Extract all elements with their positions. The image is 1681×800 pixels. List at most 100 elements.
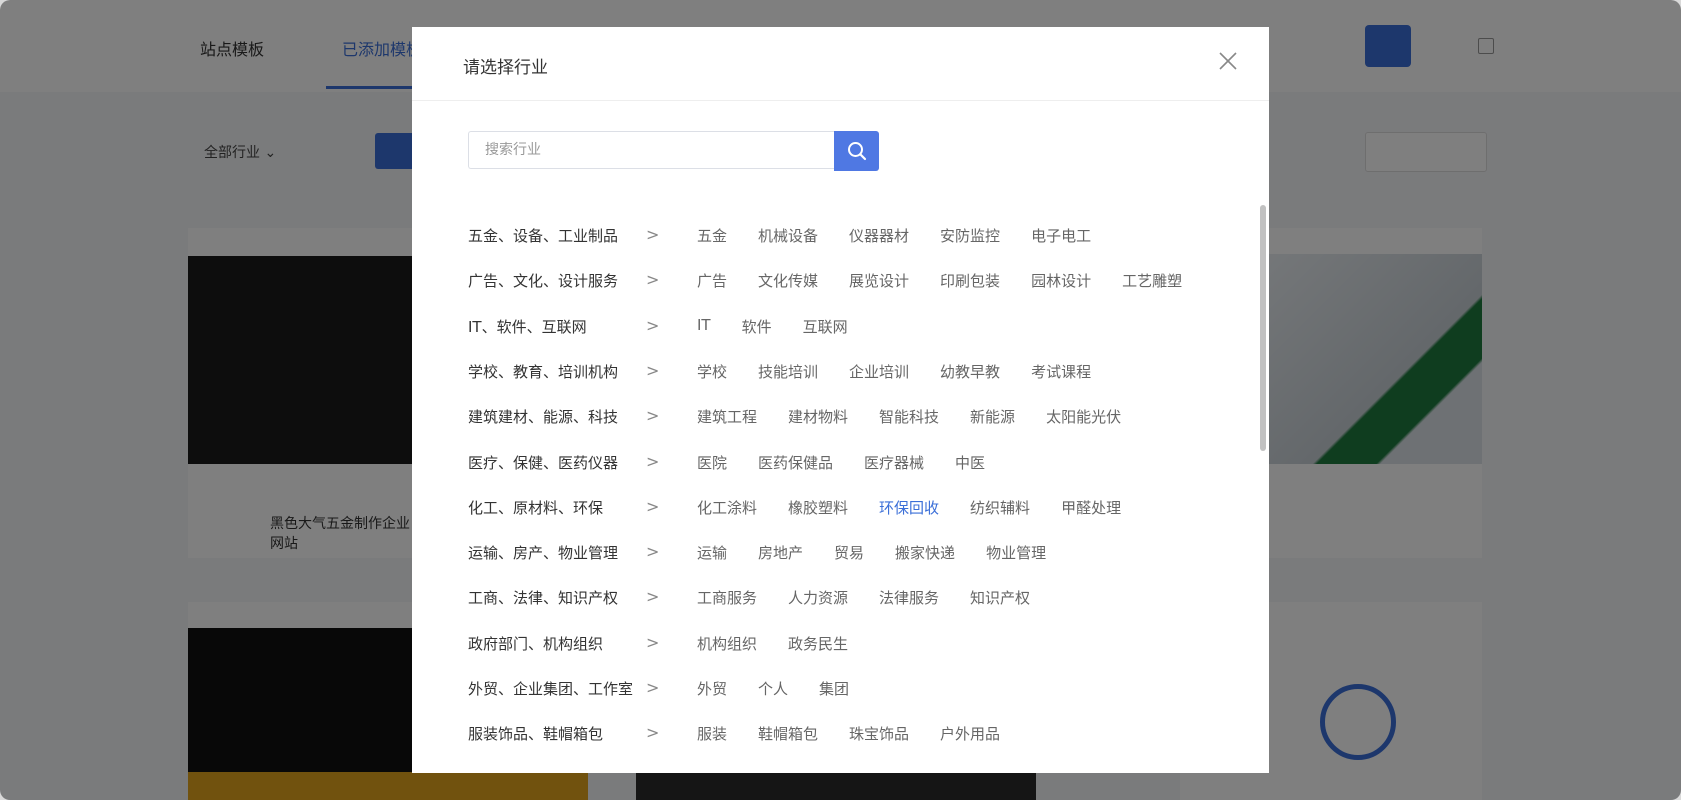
subcategory-item[interactable]: 机构组织: [697, 633, 757, 654]
subcategory-item[interactable]: 医药保健品: [758, 452, 833, 473]
chevron-right-icon: >: [646, 361, 660, 380]
subcategory-item[interactable]: 学校: [697, 361, 727, 382]
subcategory-item[interactable]: 展览设计: [849, 270, 909, 291]
chevron-right-icon: >: [646, 587, 660, 606]
subcategory-item[interactable]: 文化传媒: [758, 270, 818, 291]
subcategory-item[interactable]: 外贸: [697, 678, 727, 699]
category-label[interactable]: 广告、文化、设计服务: [468, 270, 618, 291]
subcategory-list: 学校 技能培训 企业培训 幼教早教 考试课程: [697, 361, 1091, 382]
subcategory-item[interactable]: 技能培训: [758, 361, 818, 382]
subcategory-item[interactable]: 化工涂料: [697, 497, 757, 518]
subcategory-item[interactable]: 个人: [758, 678, 788, 699]
subcategory-list: 化工涂料 橡胶塑料 环保回收 纺织辅料 甲醛处理: [697, 497, 1121, 518]
category-label[interactable]: 化工、原材料、环保: [468, 497, 603, 518]
subcategory-item[interactable]: 幼教早教: [940, 361, 1000, 382]
dialog-divider: [412, 100, 1269, 101]
chevron-right-icon: >: [646, 678, 660, 697]
category-row: 工商、法律、知识产权 > 工商服务 人力资源 法律服务 知识产权: [468, 585, 1228, 609]
category-label[interactable]: 政府部门、机构组织: [468, 633, 603, 654]
subcategory-item[interactable]: 房地产: [758, 542, 803, 563]
chevron-right-icon: >: [646, 633, 660, 652]
subcategory-item[interactable]: 太阳能光伏: [1046, 406, 1121, 427]
subcategory-item[interactable]: 建筑工程: [697, 406, 757, 427]
chevron-right-icon: >: [646, 497, 660, 516]
category-label[interactable]: 五金、设备、工业制品: [468, 225, 618, 246]
subcategory-list: 机构组织 政务民生: [697, 633, 848, 654]
subcategory-item[interactable]: 橡胶塑料: [788, 497, 848, 518]
subcategory-item[interactable]: 智能科技: [879, 406, 939, 427]
subcategory-item[interactable]: 珠宝饰品: [849, 723, 909, 744]
subcategory-item[interactable]: 广告: [697, 270, 727, 291]
category-row: 医疗、保健、医药仪器 > 医院 医药保健品 医疗器械 中医: [468, 450, 1228, 474]
chevron-right-icon: >: [646, 225, 660, 244]
category-label[interactable]: 工商、法律、知识产权: [468, 587, 618, 608]
subcategory-item[interactable]: 五金: [697, 225, 727, 246]
category-label[interactable]: 学校、教育、培训机构: [468, 361, 618, 382]
subcategory-item[interactable]: 知识产权: [970, 587, 1030, 608]
close-icon[interactable]: [1217, 50, 1239, 72]
subcategory-item[interactable]: 仪器器材: [849, 225, 909, 246]
subcategory-item[interactable]: 中医: [955, 452, 985, 473]
chevron-right-icon: >: [646, 723, 660, 742]
subcategory-item[interactable]: 纺织辅料: [970, 497, 1030, 518]
chevron-right-icon: >: [646, 316, 660, 335]
subcategory-list: 工商服务 人力资源 法律服务 知识产权: [697, 587, 1030, 608]
category-row: IT、软件、互联网 > IT 软件 互联网: [468, 314, 1228, 338]
subcategory-item[interactable]: 考试课程: [1031, 361, 1091, 382]
subcategory-item[interactable]: 工商服务: [697, 587, 757, 608]
subcategory-item[interactable]: 软件: [742, 316, 772, 337]
subcategory-item[interactable]: 互联网: [803, 316, 848, 337]
subcategory-item[interactable]: 物业管理: [986, 542, 1046, 563]
subcategory-item[interactable]: 园林设计: [1031, 270, 1091, 291]
category-row: 运输、房产、物业管理 > 运输 房地产 贸易 搬家快递 物业管理: [468, 540, 1228, 564]
chevron-right-icon: >: [646, 406, 660, 425]
subcategory-item[interactable]: 甲醛处理: [1061, 497, 1121, 518]
dialog-title: 请选择行业: [463, 58, 548, 78]
subcategory-item[interactable]: 机械设备: [758, 225, 818, 246]
subcategory-list: 建筑工程 建材物料 智能科技 新能源 太阳能光伏: [697, 406, 1121, 427]
category-row: 建筑建材、能源、科技 > 建筑工程 建材物料 智能科技 新能源 太阳能光伏: [468, 404, 1228, 428]
industry-select-dialog: 请选择行业 五金、设备、工业制品 > 五金 机械设备 仪器器材 安防监控 电子电工广告、文化…: [412, 27, 1269, 773]
subcategory-item[interactable]: 法律服务: [879, 587, 939, 608]
subcategory-item[interactable]: 安防监控: [940, 225, 1000, 246]
subcategory-list: 运输 房地产 贸易 搬家快递 物业管理: [697, 542, 1046, 563]
subcategory-list: 五金 机械设备 仪器器材 安防监控 电子电工: [697, 225, 1091, 246]
category-label[interactable]: IT、软件、互联网: [468, 316, 587, 337]
category-label[interactable]: 建筑建材、能源、科技: [468, 406, 618, 427]
subcategory-item[interactable]: 医院: [697, 452, 727, 473]
subcategory-list: 广告 文化传媒 展览设计 印刷包装 园林设计 工艺雕塑: [697, 270, 1182, 291]
subcategory-item[interactable]: 环保回收: [879, 497, 939, 518]
subcategory-item[interactable]: 政务民生: [788, 633, 848, 654]
subcategory-item[interactable]: 贸易: [834, 542, 864, 563]
subcategory-item[interactable]: 印刷包装: [940, 270, 1000, 291]
subcategory-item[interactable]: 鞋帽箱包: [758, 723, 818, 744]
category-row: 化工、原材料、环保 > 化工涂料 橡胶塑料 环保回收 纺织辅料 甲醛处理: [468, 495, 1228, 519]
subcategory-item[interactable]: 人力资源: [788, 587, 848, 608]
subcategory-item[interactable]: 搬家快递: [895, 542, 955, 563]
scrollbar-thumb[interactable]: [1260, 205, 1266, 451]
category-label[interactable]: 服装饰品、鞋帽箱包: [468, 723, 603, 744]
chevron-right-icon: >: [646, 452, 660, 471]
category-row: 广告、文化、设计服务 > 广告 文化传媒 展览设计 印刷包装 园林设计 工艺雕塑: [468, 268, 1228, 292]
subcategory-item[interactable]: 户外用品: [940, 723, 1000, 744]
category-row: 外贸、企业集团、工作室 > 外贸 个人 集团: [468, 676, 1228, 700]
subcategory-list: 服装 鞋帽箱包 珠宝饰品 户外用品: [697, 723, 1000, 744]
category-row: 服装饰品、鞋帽箱包 > 服装 鞋帽箱包 珠宝饰品 户外用品: [468, 721, 1228, 745]
search-button[interactable]: [834, 131, 879, 171]
category-row: 五金、设备、工业制品 > 五金 机械设备 仪器器材 安防监控 电子电工: [468, 223, 1228, 247]
category-label[interactable]: 医疗、保健、医药仪器: [468, 452, 618, 473]
industry-search-input[interactable]: [468, 131, 834, 169]
category-label[interactable]: 运输、房产、物业管理: [468, 542, 618, 563]
subcategory-item[interactable]: 医疗器械: [864, 452, 924, 473]
subcategory-item[interactable]: 新能源: [970, 406, 1015, 427]
category-label[interactable]: 外贸、企业集团、工作室: [468, 678, 633, 699]
subcategory-item[interactable]: 服装: [697, 723, 727, 744]
subcategory-item[interactable]: 工艺雕塑: [1122, 270, 1182, 291]
subcategory-item[interactable]: 电子电工: [1031, 225, 1091, 246]
subcategory-item[interactable]: 集团: [819, 678, 849, 699]
subcategory-item[interactable]: IT: [697, 316, 711, 337]
subcategory-item[interactable]: 建材物料: [788, 406, 848, 427]
subcategory-item[interactable]: 运输: [697, 542, 727, 563]
chevron-right-icon: >: [646, 270, 660, 289]
subcategory-item[interactable]: 企业培训: [849, 361, 909, 382]
